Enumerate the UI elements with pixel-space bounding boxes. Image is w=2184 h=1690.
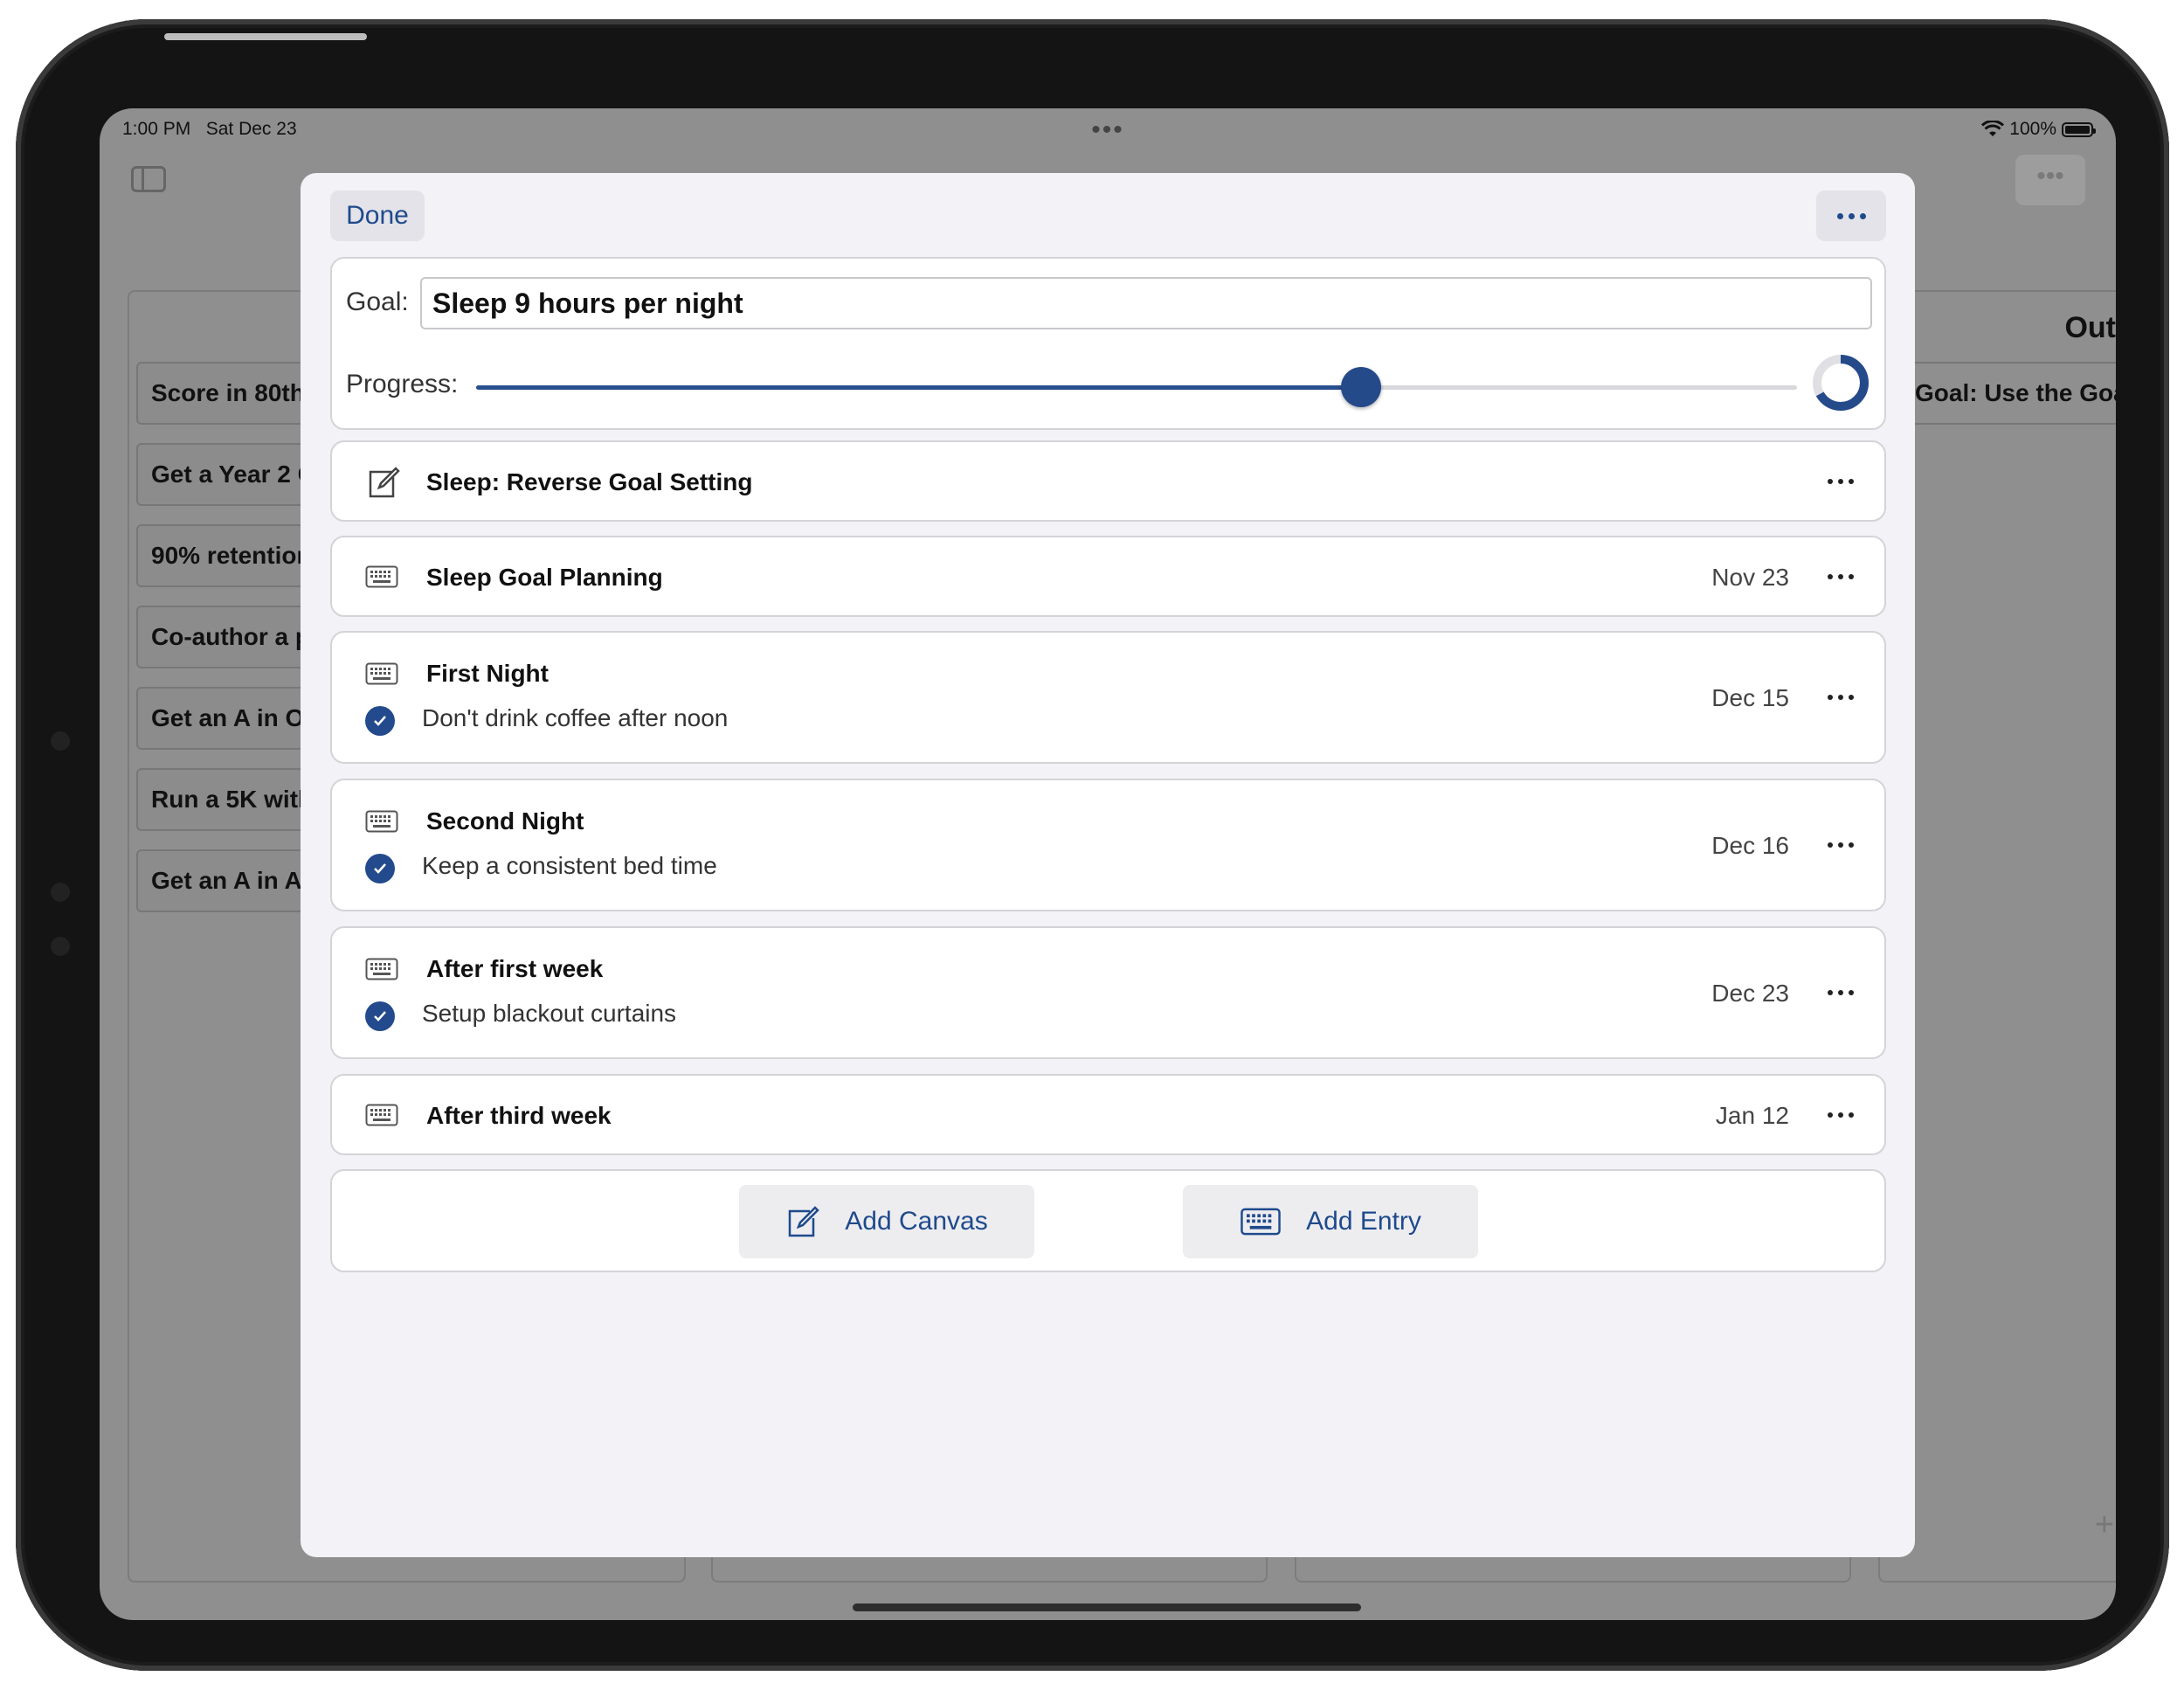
add-entry-button[interactable]: Add Entry [1183,1185,1478,1258]
goal-input[interactable]: Sleep 9 hours per night [420,277,1872,329]
progress-label: Progress: [346,370,459,398]
keyboard-icon [365,565,398,588]
entry-title: After first week [426,955,604,982]
bg-column-header: Out [2064,311,2116,344]
entry-title: After third week [426,1102,612,1129]
ellipsis-icon [1836,212,1866,219]
keyboard-icon [1241,1208,1281,1236]
row-more-button[interactable] [1814,1102,1867,1128]
entry-date: Dec 23 [1711,980,1789,1007]
ellipsis-icon [1828,695,1854,700]
screen: 1:00 PM Sat Dec 23 ••• 100% ••• Score in… [100,108,2116,1620]
checkmark-icon[interactable] [365,854,395,883]
add-icon[interactable]: + [2095,1506,2114,1544]
entry-date: Nov 23 [1711,564,1789,591]
progress-ring-icon [1813,355,1869,411]
ellipsis-icon [1828,842,1854,848]
entry-row[interactable]: Sleep Goal Planning Nov 23 [330,536,1886,617]
add-canvas-button[interactable]: Add Canvas [739,1185,1034,1258]
entry-date: Dec 16 [1711,832,1789,859]
progress-slider-thumb[interactable] [1341,367,1382,407]
progress-slider[interactable] [476,367,1797,407]
power-button [253,33,367,40]
goal-detail-sheet: Done Goal: Sleep 9 hours per night Progr… [301,173,1915,1557]
compose-icon [789,1206,820,1237]
add-canvas-label: Add Canvas [845,1207,988,1236]
row-more-button[interactable] [1814,564,1867,590]
ellipsis-icon [1828,574,1854,579]
sensor-dot [51,937,70,956]
done-button[interactable]: Done [330,190,425,241]
entry-date: Dec 15 [1711,684,1789,711]
entry-title: First Night [426,660,549,687]
bg-app-title [100,152,2116,170]
row-more-button[interactable] [1814,468,1867,495]
home-indicator[interactable] [853,1603,1361,1611]
progress-slider-fill [476,385,1362,390]
entry-title: Sleep: Reverse Goal Setting [426,468,753,495]
status-date: Sat Dec 23 [205,119,297,139]
goal-card: Goal: Sleep 9 hours per night Progress: [330,257,1886,430]
actions-card: Add Canvas Add Entry [330,1169,1886,1272]
entry-subtitle: Keep a consistent bed time [422,852,717,879]
ellipsis-icon [1828,1112,1854,1118]
battery-percent: 100% [2009,119,2056,139]
keyboard-icon [365,810,398,833]
checkmark-icon[interactable] [365,706,395,736]
keyboard-icon [365,662,398,685]
keyboard-icon [365,1104,398,1126]
keyboard-icon [365,958,398,980]
entry-subtitle: Setup blackout curtains [422,1000,677,1027]
row-more-button[interactable] [1814,832,1867,858]
goal-label: Goal: [346,287,409,316]
row-more-button[interactable] [1814,684,1867,710]
ellipsis-icon [1828,479,1854,484]
canvas-row[interactable]: Sleep: Reverse Goal Setting [330,440,1886,522]
entry-title: Second Night [426,807,584,835]
battery-icon [2062,121,2096,137]
ellipsis-icon [1828,990,1854,995]
status-bar: 1:00 PM Sat Dec 23 ••• 100% [122,115,2096,145]
entry-title: Sleep Goal Planning [426,564,663,591]
entry-row[interactable]: After third week Jan 12 [330,1074,1886,1155]
row-more-button[interactable] [1814,980,1867,1006]
add-entry-label: Add Entry [1306,1207,1421,1236]
entry-row[interactable]: After first week Setup blackout curtains… [330,926,1886,1059]
entry-row[interactable]: First Night Don't drink coffee after noo… [330,631,1886,764]
compose-icon [369,467,400,498]
bg-more-button[interactable]: ••• [2015,155,2085,205]
entry-date: Jan 12 [1715,1102,1789,1129]
bg-goal-card[interactable]: Goal: Use the Goal G [1908,362,2116,425]
status-time: 1:00 PM [122,119,191,139]
sensor-dot [51,883,70,902]
ipad-frame: 1:00 PM Sat Dec 23 ••• 100% ••• Score in… [16,19,2169,1671]
checkmark-icon[interactable] [365,1001,395,1031]
sidebar-icon[interactable] [131,166,166,192]
multitasking-dots[interactable]: ••• [1091,115,1124,145]
sheet-more-button[interactable] [1816,190,1886,241]
entry-subtitle: Don't drink coffee after noon [422,704,729,731]
wifi-icon [1981,121,2005,136]
entry-row[interactable]: Second Night Keep a consistent bed time … [330,779,1886,911]
camera-dot [51,731,70,751]
